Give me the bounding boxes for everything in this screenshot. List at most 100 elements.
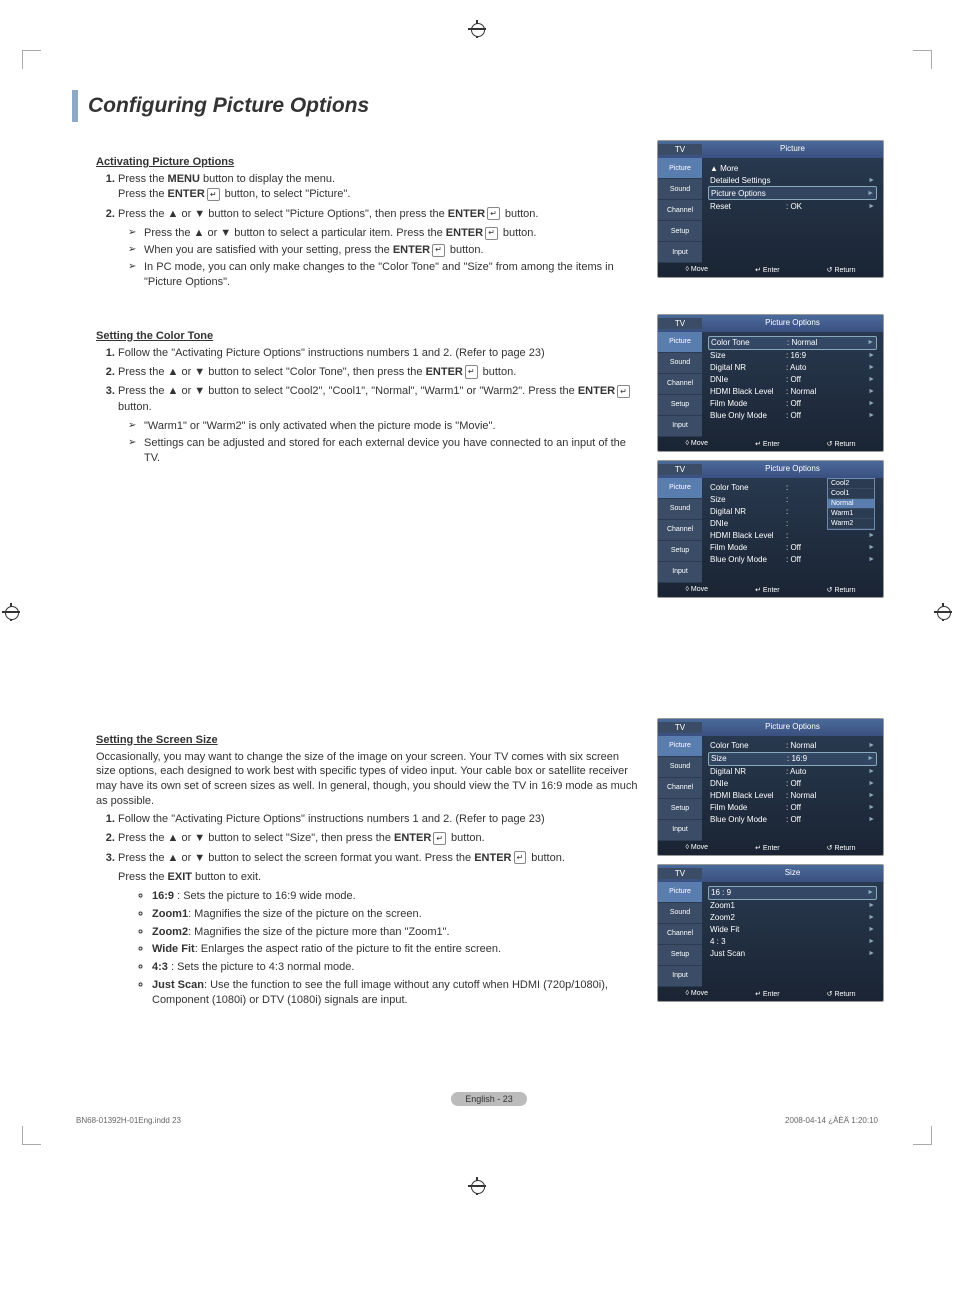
osd-option-row: Digital NR: Auto► — [708, 362, 877, 374]
list-item: Zoom2: Magnifies the size of the picture… — [152, 925, 639, 940]
osd-option-row: Size: 16:9► — [708, 350, 877, 362]
osd-tab: Setup — [658, 541, 702, 562]
section-heading: Activating Picture Options — [96, 156, 639, 168]
osd-tab: Picture — [658, 478, 702, 499]
osd-tab: Input — [658, 242, 702, 263]
enter-icon — [615, 385, 632, 397]
list-item: Just Scan: Use the function to see the f… — [152, 978, 639, 1008]
osd-option-row: Detailed Settings► — [708, 174, 877, 186]
osd-tab: Channel — [658, 374, 702, 395]
osd-option-row: Wide Fit► — [708, 924, 877, 936]
osd-panel-picture-options: TVPicture Options PictureSoundChannelSet… — [657, 314, 884, 452]
osd-tab: Sound — [658, 179, 702, 200]
osd-option-row: Reset: OK► — [708, 200, 877, 212]
note-item: "Warm1" or "Warm2" is only activated whe… — [132, 419, 639, 434]
osd-panel-picture: TVPicture PictureSoundChannelSetupInput … — [657, 140, 884, 278]
osd-option-row: HDMI Black Level: Normal► — [708, 790, 877, 802]
osd-option-row: Picture Options► — [708, 186, 877, 200]
list-item: Follow the "Activating Picture Options" … — [118, 346, 639, 361]
list-item: Wide Fit: Enlarges the aspect ratio of t… — [152, 942, 639, 957]
list-item: Follow the "Activating Picture Options" … — [118, 812, 639, 827]
section-heading: Setting the Screen Size — [96, 734, 639, 746]
osd-tab: Sound — [658, 903, 702, 924]
osd-option-row: Blue Only Mode: Off► — [708, 554, 877, 566]
osd-tab: Channel — [658, 924, 702, 945]
enter-icon — [485, 208, 502, 220]
list-item: Press the ▲ or ▼ button to select "Cool2… — [118, 384, 639, 465]
osd-tab: Channel — [658, 778, 702, 799]
note-item: Settings can be adjusted and stored for … — [132, 436, 639, 466]
osd-tab: Channel — [658, 520, 702, 541]
osd-tab: Input — [658, 966, 702, 987]
note-item: When you are satisfied with your setting… — [132, 243, 639, 258]
osd-option-row: Film Mode: Off► — [708, 542, 877, 554]
instruction-list: Press the MENU button to display the men… — [96, 172, 639, 290]
osd-tab: Setup — [658, 221, 702, 242]
osd-option-row: 4 : 3► — [708, 936, 877, 948]
osd-tab: Channel — [658, 200, 702, 221]
osd-tab: Input — [658, 416, 702, 437]
list-item: Press the ▲ or ▼ button to select "Color… — [118, 365, 639, 380]
list-item: Press the ▲ or ▼ button to select the sc… — [118, 851, 639, 1008]
note-item: Press the ▲ or ▼ button to select a part… — [132, 226, 639, 241]
osd-option-row: Blue Only Mode: Off► — [708, 814, 877, 826]
osd-tab: Picture — [658, 882, 702, 903]
paragraph: Occasionally, you may want to change the… — [96, 750, 639, 809]
osd-dropdown: Cool2Cool1NormalWarm1Warm2 — [827, 478, 875, 530]
list-item: Press the ▲ or ▼ button to select "Pictu… — [118, 207, 639, 290]
osd-option-row: Film Mode: Off► — [708, 802, 877, 814]
print-footer: BN68-01392H-01Eng.indd 23 2008-04-14 ¿ÀÈ… — [72, 1116, 882, 1125]
osd-option-row: Color Tone: Normal► — [708, 740, 877, 752]
note-item: In PC mode, you can only make changes to… — [132, 260, 639, 290]
osd-option-row: Size: 16:9► — [708, 752, 877, 766]
enter-icon — [431, 832, 448, 844]
osd-option-row: Digital NR: Auto► — [708, 766, 877, 778]
osd-panel-color-tone-dropdown: TVPicture Options PictureSoundChannelSet… — [657, 460, 884, 598]
list-item: 16:9 : Sets the picture to 16:9 wide mod… — [152, 889, 639, 904]
enter-icon — [430, 244, 447, 256]
osd-option-row: Zoom1► — [708, 900, 877, 912]
list-item: Zoom1: Magnifies the size of the picture… — [152, 907, 639, 922]
enter-icon — [512, 852, 529, 864]
section-heading: Setting the Color Tone — [96, 330, 639, 342]
osd-tab: Input — [658, 820, 702, 841]
osd-option-row: DNIe: Off► — [708, 778, 877, 790]
osd-option-row: Film Mode: Off► — [708, 398, 877, 410]
crop-mark — [913, 1126, 932, 1145]
osd-option-row: HDMI Black Level: Normal► — [708, 386, 877, 398]
crop-mark — [22, 50, 41, 69]
list-item: 4:3 : Sets the picture to 4:3 normal mod… — [152, 960, 639, 975]
crop-mark — [913, 50, 932, 69]
page-number: English - 23 — [96, 1092, 882, 1106]
osd-panel-size: TVSize PictureSoundChannelSetupInput 16 … — [657, 864, 884, 1002]
registration-mark-icon — [934, 603, 952, 621]
enter-icon — [483, 227, 500, 239]
osd-tab: Sound — [658, 353, 702, 374]
osd-tab: Sound — [658, 757, 702, 778]
instruction-list: Follow the "Activating Picture Options" … — [96, 812, 639, 1008]
osd-option-row: Color Tone: Normal► — [708, 336, 877, 350]
osd-tab: Setup — [658, 945, 702, 966]
osd-tab: Setup — [658, 799, 702, 820]
osd-option-row: Blue Only Mode: Off► — [708, 410, 877, 422]
osd-tab: Setup — [658, 395, 702, 416]
osd-option-row: 16 : 9► — [708, 886, 877, 900]
osd-option-row: HDMI Black Level:► — [708, 530, 877, 542]
list-item: Press the ▲ or ▼ button to select "Size"… — [118, 831, 639, 846]
crop-mark — [22, 1126, 41, 1145]
registration-mark-icon — [468, 1177, 486, 1195]
osd-option-row: Zoom2► — [708, 912, 877, 924]
osd-tab: Sound — [658, 499, 702, 520]
list-item: Press the MENU button to display the men… — [118, 172, 639, 203]
registration-mark-icon — [468, 20, 486, 38]
osd-tab: Picture — [658, 158, 702, 179]
page-title: Configuring Picture Options — [72, 90, 882, 122]
enter-icon — [205, 188, 222, 200]
page: Configuring Picture Options Activating P… — [32, 60, 922, 1165]
instruction-list: Follow the "Activating Picture Options" … — [96, 346, 639, 466]
osd-tab: Picture — [658, 736, 702, 757]
osd-panel-picture-options-size: TVPicture Options PictureSoundChannelSet… — [657, 718, 884, 856]
registration-mark-icon — [2, 603, 20, 621]
enter-icon — [463, 366, 480, 378]
osd-tab: Picture — [658, 332, 702, 353]
